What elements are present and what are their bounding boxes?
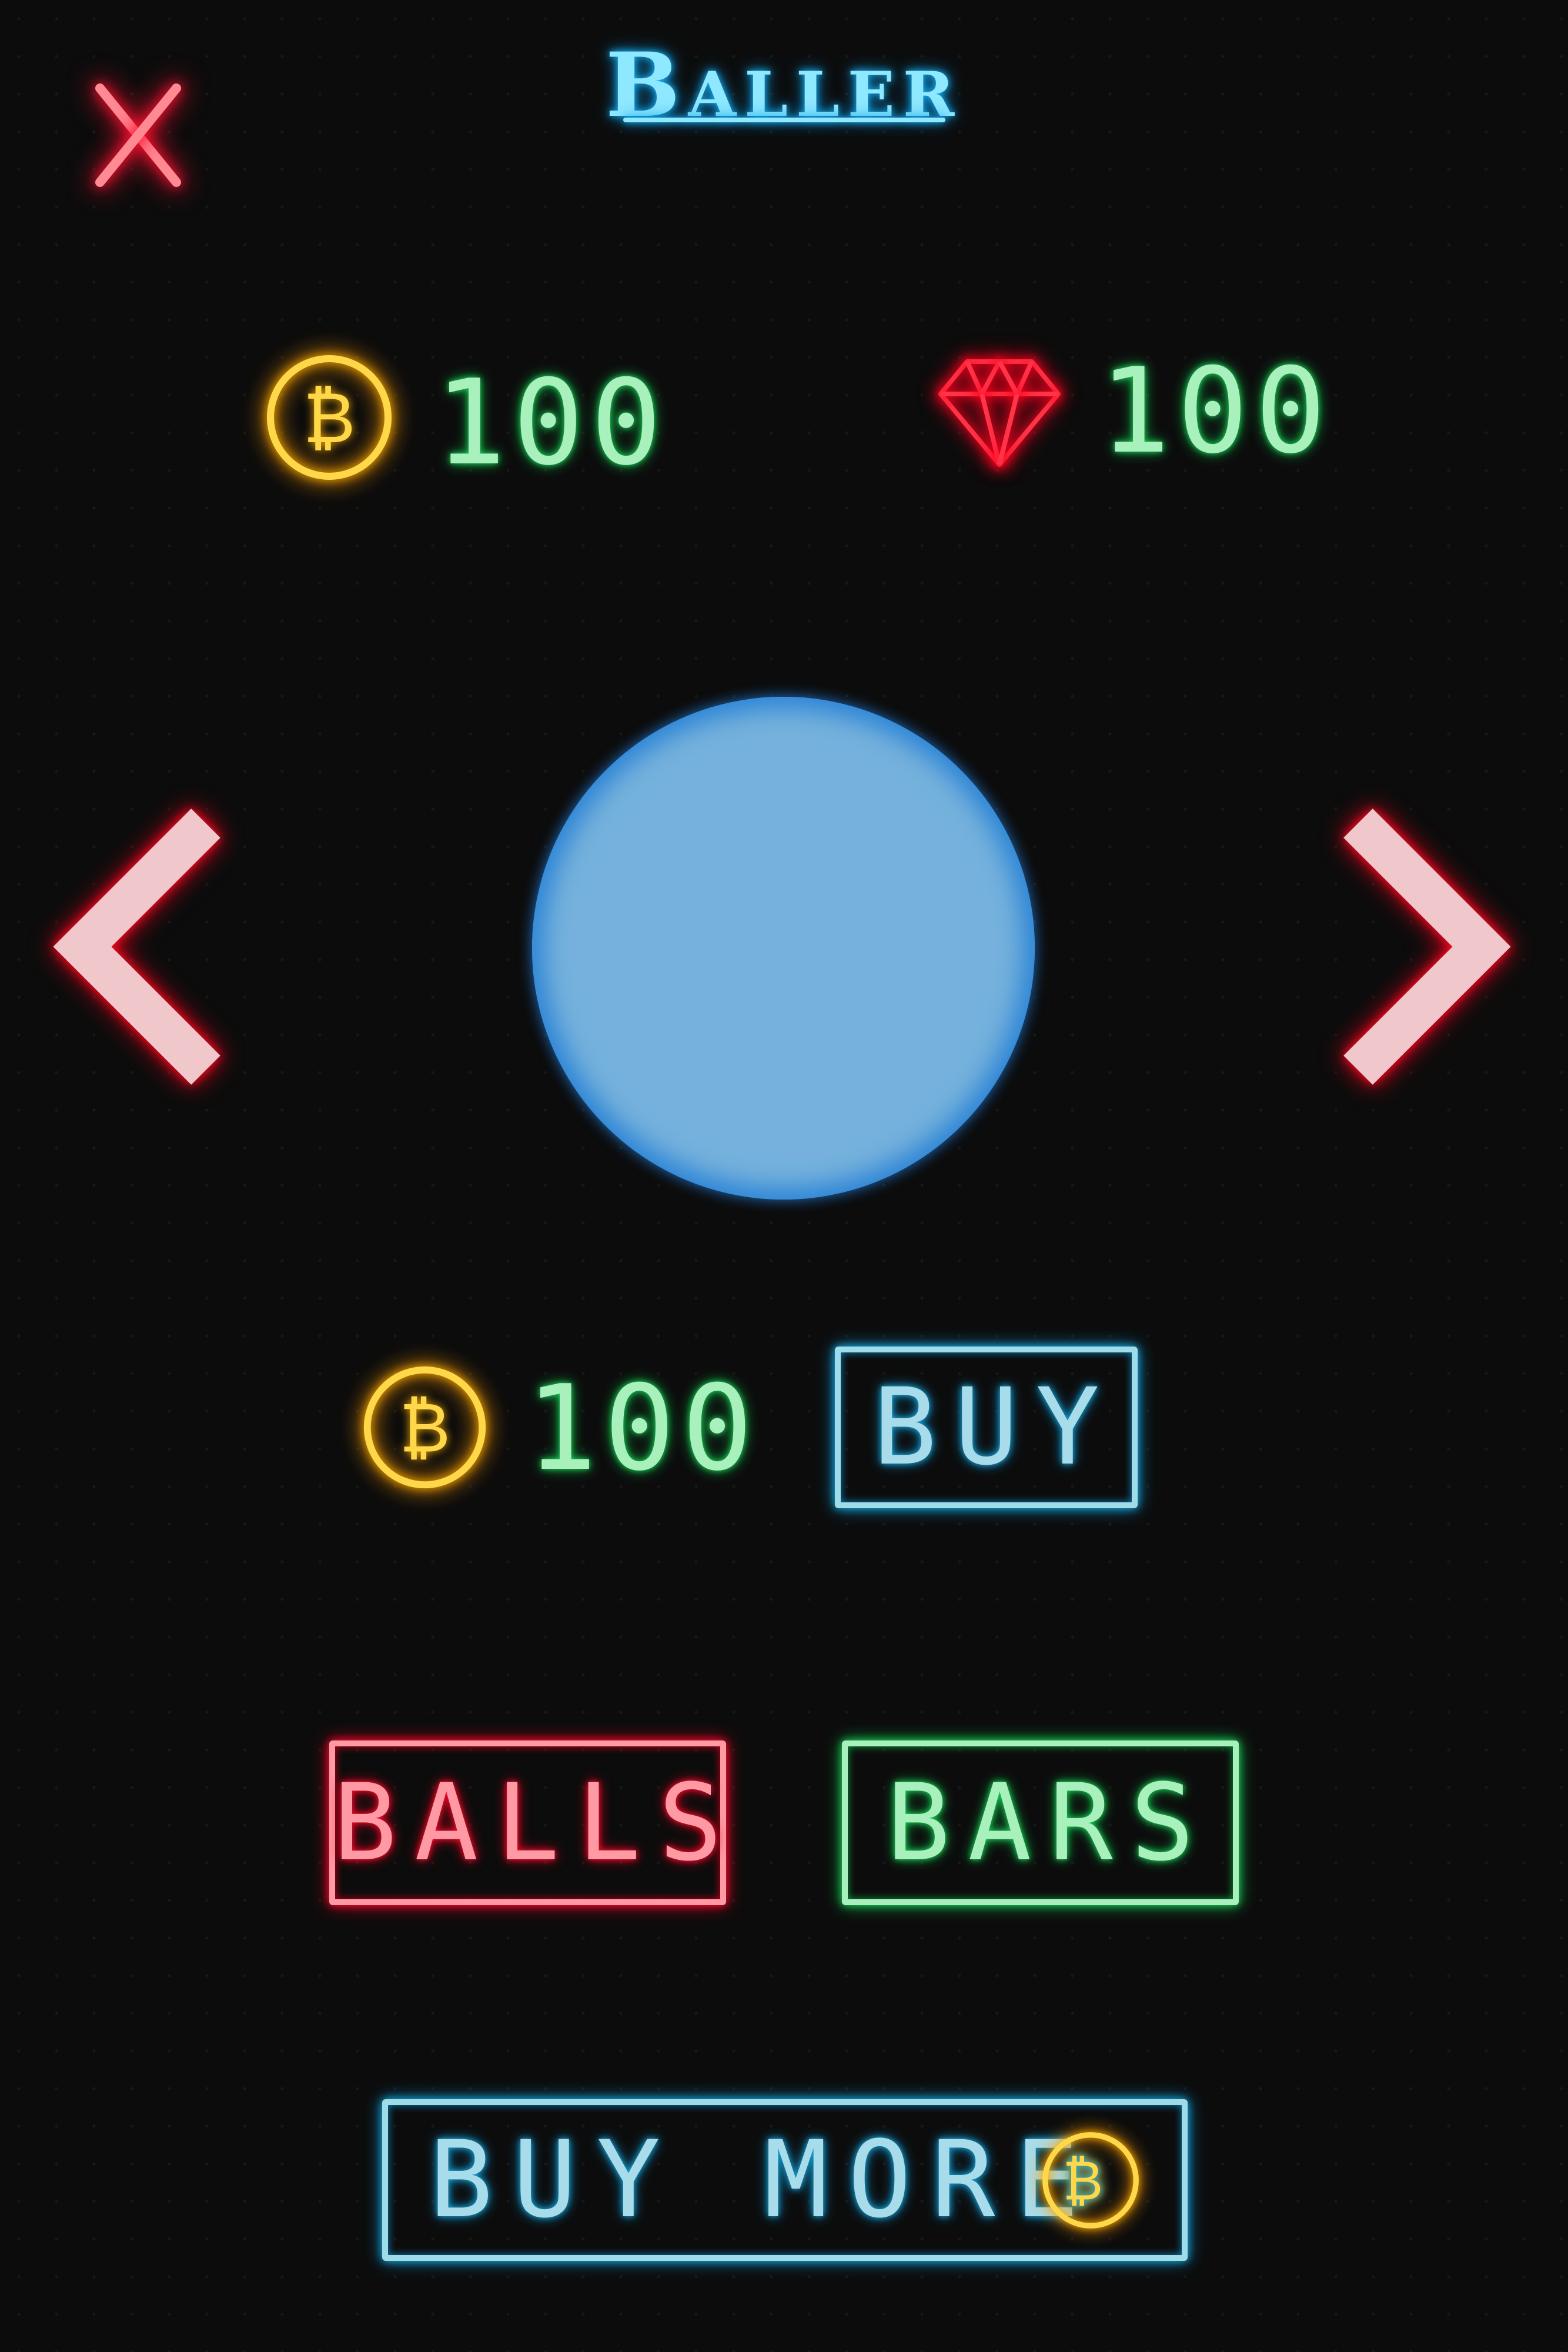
close-button[interactable]: [88, 71, 188, 200]
price-coin-icon: ₿: [362, 1364, 488, 1491]
svg-text:₿: ₿: [399, 1388, 450, 1468]
chevron-left-icon: [53, 808, 220, 1085]
bitcoin-coin-icon: ₿: [1042, 2132, 1139, 2229]
gem-balance-icon: [935, 353, 1064, 470]
close-x-icon: [95, 83, 181, 187]
previous-item-button[interactable]: [41, 800, 229, 1094]
tab-bars[interactable]: BARS: [842, 1740, 1239, 1905]
coin-balance-icon: ₿: [265, 353, 394, 482]
buy-more-label: BUY MORE: [429, 2119, 1099, 2241]
svg-text:₿: ₿: [303, 377, 356, 459]
shop-screen: Baller ₿ 100 100 ₿ 100 BUY BALLS BARS BU…: [0, 0, 1568, 2352]
ball-preview: [532, 697, 1035, 1200]
bitcoin-coin-icon: ₿: [267, 355, 392, 480]
buy-button[interactable]: BUY: [835, 1347, 1138, 1508]
bitcoin-coin-icon: ₿: [363, 1366, 486, 1489]
next-item-button[interactable]: [1335, 800, 1523, 1094]
buy-more-coin-icon: ₿: [1041, 2130, 1141, 2230]
title-underline: [623, 118, 945, 122]
svg-text:₿: ₿: [1063, 2149, 1119, 2212]
diamond-gem-icon: [938, 359, 1061, 467]
price-value: 100: [526, 1360, 760, 1497]
tab-balls[interactable]: BALLS: [329, 1740, 726, 1905]
chevron-right-icon: [1343, 808, 1511, 1085]
gem-balance-value: 100: [1099, 343, 1333, 480]
buy-more-coins-button[interactable]: BUY MORE ₿: [382, 2099, 1188, 2261]
coin-balance-value: 100: [435, 355, 669, 492]
